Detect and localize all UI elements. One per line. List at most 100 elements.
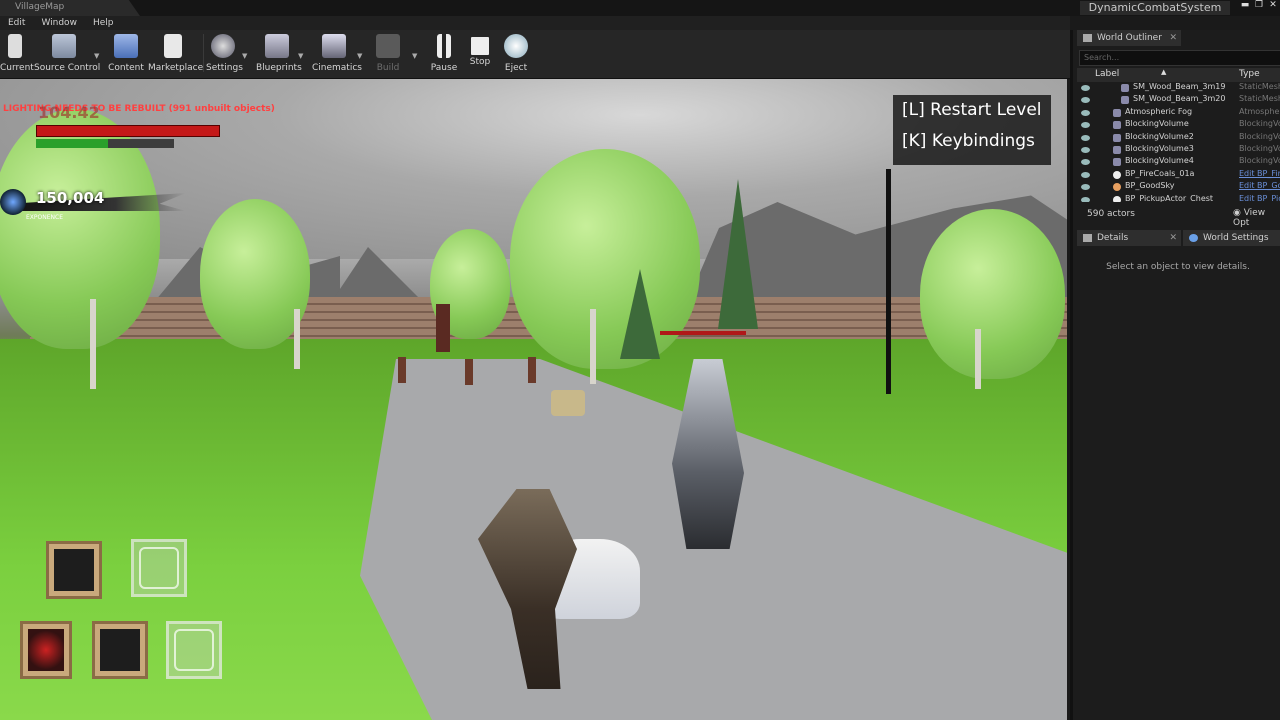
marketplace-icon [164, 34, 182, 58]
menu-bar: Edit Window Help [0, 16, 1070, 30]
chevron-down-icon[interactable]: ▼ [357, 52, 362, 60]
clapperboard-icon [322, 34, 346, 58]
marketplace-button[interactable]: Marketplace [148, 32, 203, 76]
menu-help[interactable]: Help [85, 16, 122, 30]
stop-icon [471, 37, 489, 55]
level-tab[interactable]: VillageMap [0, 0, 140, 16]
game-viewport[interactable]: LIGHTING NEEDS TO BE REBUILT (991 unbuil… [0, 79, 1067, 720]
chevron-down-icon[interactable]: ▼ [242, 52, 247, 60]
blueprint-icon [265, 34, 289, 58]
actor-count: 590 actors [1087, 209, 1135, 219]
volume-icon [1113, 158, 1121, 167]
maximize-button[interactable]: ❐ [1252, 0, 1266, 12]
minimize-button[interactable]: ▬ [1238, 0, 1252, 12]
eye-icon[interactable] [1081, 85, 1090, 91]
build-button[interactable]: Build [370, 32, 406, 76]
list-item[interactable]: BlockingVolume3BlockingVol [1077, 144, 1280, 156]
armor-icon [174, 629, 214, 671]
save-icon [8, 34, 22, 58]
view-options-button[interactable]: ◉ View Opt [1233, 208, 1280, 228]
chevron-down-icon[interactable]: ▼ [298, 52, 303, 60]
eye-icon[interactable] [1081, 159, 1090, 166]
tree [920, 209, 1065, 379]
label-column-header[interactable]: Label [1095, 69, 1119, 79]
list-item[interactable]: BlockingVolume4BlockingVol [1077, 156, 1280, 168]
pause-icon [437, 34, 451, 58]
shield-slot [92, 621, 148, 679]
window-controls: ▬ ❐ ✕ [1238, 0, 1280, 12]
mesh-icon [1121, 84, 1129, 92]
close-icon[interactable]: ✕ [1169, 230, 1177, 246]
health-value: 104.42 [38, 103, 100, 122]
stop-button[interactable]: Stop [464, 32, 496, 76]
eye-icon[interactable] [1081, 122, 1090, 129]
mesh-icon [1121, 96, 1129, 105]
tree [510, 149, 700, 369]
list-item[interactable]: SM_Wood_Beam_3m20StaticMeshA [1077, 94, 1280, 106]
save-current-button[interactable]: Current [0, 32, 34, 76]
blueprints-button[interactable]: Blueprints [256, 32, 302, 76]
content-button[interactable]: Content [108, 32, 144, 76]
list-item[interactable]: SM_Wood_Beam_3m19StaticMeshA [1077, 82, 1280, 94]
project-name: DynamicCombatSystem [1080, 1, 1230, 15]
source-control-icon [52, 34, 76, 58]
settings-button[interactable]: Settings [206, 32, 243, 76]
enemy-character [436, 304, 450, 352]
eject-icon [504, 34, 528, 58]
volume-icon [1113, 133, 1121, 142]
list-item[interactable]: BlockingVolumeBlockingVol [1077, 119, 1280, 131]
volume-icon [1113, 121, 1121, 130]
toolbar-separator [203, 34, 204, 72]
menu-window[interactable]: Window [33, 16, 85, 30]
world-outliner-tab[interactable]: World Outliner ✕ [1077, 30, 1181, 46]
stamina-bar [36, 139, 174, 148]
enemy-health-bar [660, 331, 746, 335]
health-bar [36, 125, 220, 137]
menu-edit[interactable]: Edit [0, 16, 33, 30]
eye-icon[interactable] [1081, 171, 1090, 178]
eye-icon[interactable] [1081, 146, 1090, 153]
eye-icon[interactable] [1081, 109, 1090, 116]
close-button[interactable]: ✕ [1266, 0, 1280, 12]
details-tab[interactable]: Details ✕ [1077, 230, 1181, 246]
eye-icon[interactable] [1081, 184, 1090, 191]
close-icon[interactable]: ✕ [1169, 30, 1177, 46]
world-settings-tab[interactable]: World Settings [1183, 230, 1280, 246]
outliner-search-input[interactable]: Search... [1079, 50, 1280, 66]
list-item[interactable]: Atmospheric FogAtmospheric [1077, 107, 1280, 119]
pause-button[interactable]: Pause [428, 32, 460, 76]
outliner-header: Label ▲ Type [1077, 68, 1280, 82]
restart-level-hint: [L] Restart Level [902, 100, 1042, 120]
tree-trunk [294, 309, 300, 369]
details-empty-message: Select an object to view details. [1106, 262, 1250, 272]
eject-button[interactable]: Eject [500, 32, 532, 76]
title-bar: VillageMap DynamicCombatSystem ▬ ❐ ✕ [0, 0, 1280, 16]
pine-tree [718, 179, 758, 329]
level-tab-label: VillageMap [15, 2, 65, 12]
souls-caption: EXPONENCE [26, 214, 63, 221]
outliner-list: SM_Wood_Beam_3m19StaticMeshA SM_Wood_Bea… [1077, 82, 1280, 202]
eye-icon[interactable] [1081, 196, 1090, 202]
chevron-down-icon[interactable]: ▼ [412, 52, 417, 60]
cinematics-button[interactable]: Cinematics [312, 32, 362, 76]
details-icon [1083, 234, 1092, 242]
eye-icon[interactable] [1081, 134, 1090, 141]
chevron-down-icon[interactable]: ▼ [94, 52, 99, 60]
enemy-character [398, 357, 406, 383]
type-column-header[interactable]: Type [1239, 69, 1260, 79]
list-item[interactable]: BP_PickupActor_Chest Edit BP_Pic [1077, 194, 1280, 202]
sort-up-icon[interactable]: ▲ [1161, 68, 1166, 76]
enemy-character [465, 359, 473, 385]
list-item[interactable]: BP_FireCoals_01a Edit BP_Fir [1077, 169, 1280, 181]
sword-icon [54, 549, 94, 591]
globe-icon [1189, 234, 1198, 242]
actor-icon [1113, 170, 1121, 179]
potion-slot [20, 621, 72, 679]
source-control-button[interactable]: Source Control [34, 32, 100, 76]
list-item[interactable]: BP_GoodSky Edit BP_Go [1077, 181, 1280, 193]
list-item[interactable]: BlockingVolume2BlockingVol [1077, 132, 1280, 144]
world-outliner-title: World Outliner [1097, 33, 1162, 43]
eye-icon[interactable] [1081, 97, 1090, 104]
keybinding-hints: [L] Restart Level [K] Keybindings [893, 95, 1051, 165]
pine-tree [620, 269, 660, 359]
